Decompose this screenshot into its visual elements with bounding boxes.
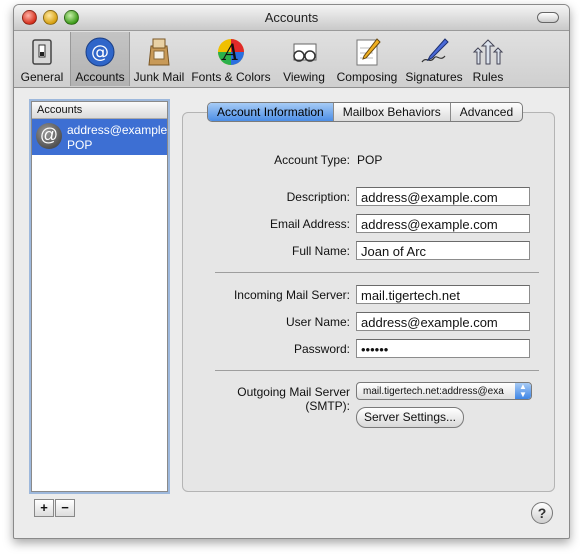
user-name-label: User Name: bbox=[285, 315, 350, 329]
toolbar-label: Rules bbox=[472, 70, 504, 84]
add-account-button[interactable]: + bbox=[34, 499, 54, 517]
smtp-server-popup[interactable]: mail.tigertech.net:address@exa ▲ ▼ bbox=[356, 382, 532, 400]
toolbar-label: Fonts & Colors bbox=[191, 70, 271, 84]
description-field[interactable]: address@example.com bbox=[356, 187, 530, 206]
switch-icon bbox=[26, 36, 58, 68]
junk-bag-icon bbox=[143, 36, 175, 68]
tab-mailbox-behaviors[interactable]: Mailbox Behaviors bbox=[334, 103, 451, 121]
account-type: POP bbox=[67, 138, 93, 152]
preferences-toolbar: General @ Accounts Junk Mail A Fonts & C… bbox=[14, 31, 569, 88]
pencil-paper-icon bbox=[351, 36, 383, 68]
popup-arrows-icon: ▲ ▼ bbox=[515, 383, 531, 399]
separator bbox=[215, 370, 539, 371]
toolbar-toggle-button[interactable] bbox=[537, 12, 559, 23]
account-list-item[interactable]: @ address@example POP bbox=[32, 119, 167, 155]
tab-advanced[interactable]: Advanced bbox=[451, 103, 522, 121]
password-label: Password: bbox=[293, 342, 350, 356]
pen-signature-icon bbox=[418, 36, 450, 68]
full-name-field[interactable]: Joan of Arc bbox=[356, 241, 530, 260]
toolbar-label: General bbox=[20, 70, 64, 84]
user-name-field[interactable]: address@example.com bbox=[356, 312, 530, 331]
incoming-server-field[interactable]: mail.tigertech.net bbox=[356, 285, 530, 304]
toolbar-composing-button[interactable]: Composing bbox=[334, 32, 400, 86]
toolbar-general-button[interactable]: General bbox=[16, 32, 68, 86]
toolbar-fonts-colors-button[interactable]: A Fonts & Colors bbox=[190, 32, 272, 86]
rules-arrows-icon bbox=[472, 36, 504, 68]
svg-text:@: @ bbox=[91, 42, 109, 63]
full-name-label: Full Name: bbox=[291, 244, 350, 258]
at-sign-icon: @ bbox=[36, 123, 62, 149]
smtp-server-value: mail.tigertech.net:address@exa bbox=[363, 386, 504, 397]
toolbar-label: Signatures bbox=[405, 70, 463, 84]
remove-account-button[interactable]: − bbox=[55, 499, 75, 517]
help-button[interactable]: ? bbox=[531, 502, 553, 524]
password-field[interactable]: •••••• bbox=[356, 339, 530, 358]
description-label: Description: bbox=[286, 190, 350, 204]
font-colors-icon: A bbox=[215, 36, 247, 68]
smtp-server-label: Outgoing Mail Server (SMTP): bbox=[237, 385, 350, 413]
account-type-label: Account Type: bbox=[274, 153, 350, 167]
title-bar[interactable]: Accounts bbox=[14, 5, 569, 31]
tab-account-information[interactable]: Account Information bbox=[208, 103, 334, 121]
window-title: Accounts bbox=[264, 10, 319, 25]
accounts-list-header: Accounts bbox=[32, 102, 167, 119]
glasses-icon bbox=[288, 36, 320, 68]
accounts-list[interactable]: Accounts @ address@example POP bbox=[31, 101, 168, 492]
account-name: address@example bbox=[67, 123, 168, 137]
toolbar-accounts-button[interactable]: @ Accounts bbox=[70, 32, 130, 86]
separator bbox=[215, 272, 539, 273]
accounts-content: Accounts @ address@example POP + − Accou… bbox=[14, 88, 569, 538]
account-type-value: POP bbox=[357, 153, 383, 167]
toolbar-signatures-button[interactable]: Signatures bbox=[402, 32, 466, 86]
incoming-server-label: Incoming Mail Server: bbox=[233, 288, 350, 302]
toolbar-junk-mail-button[interactable]: Junk Mail bbox=[130, 32, 188, 86]
email-address-label: Email Address: bbox=[269, 217, 350, 231]
server-settings-button[interactable]: Server Settings... bbox=[356, 407, 464, 428]
email-address-field[interactable]: address@example.com bbox=[356, 214, 530, 233]
toolbar-label: Viewing bbox=[283, 70, 325, 84]
toolbar-rules-button[interactable]: Rules bbox=[468, 32, 508, 86]
at-sign-icon: @ bbox=[84, 36, 116, 68]
preferences-window: Accounts General @ Accounts Junk Mail A bbox=[13, 4, 570, 539]
toolbar-viewing-button[interactable]: Viewing bbox=[276, 32, 332, 86]
toolbar-label: Junk Mail bbox=[133, 70, 185, 84]
toolbar-label: Composing bbox=[336, 70, 398, 84]
account-tabs: Account Information Mailbox Behaviors Ad… bbox=[207, 102, 524, 122]
svg-text:A: A bbox=[221, 41, 239, 66]
toolbar-label: Accounts bbox=[75, 70, 125, 84]
